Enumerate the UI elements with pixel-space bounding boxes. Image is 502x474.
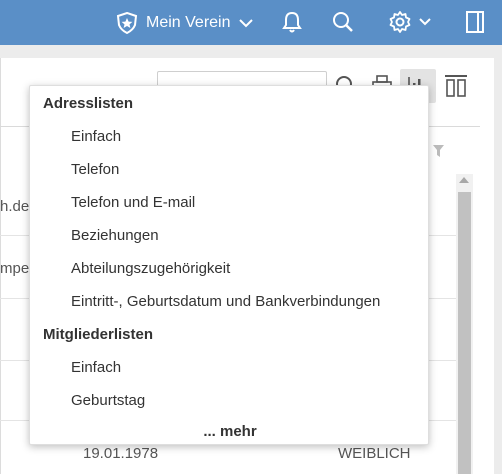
- chevron-down-icon: [419, 18, 431, 26]
- club-selector-label: Mein Verein: [146, 13, 231, 31]
- menu-section-title: Mitgliederlisten: [43, 326, 154, 343]
- bell-icon[interactable]: [280, 10, 304, 34]
- table-cell-date: 19.01.1978: [83, 445, 159, 462]
- menu-item-beziehungen[interactable]: Beziehungen: [71, 227, 159, 244]
- chevron-down-icon: [238, 18, 253, 27]
- menu-item-adress-einfach[interactable]: Einfach: [71, 128, 121, 145]
- table-cell-gender: WEIBLICH: [338, 445, 411, 462]
- table-cell-email: h.de: [0, 198, 30, 215]
- top-navigation-bar: Mein Verein: [0, 0, 502, 45]
- report-dropdown-menu: Adresslisten Einfach Telefon Telefon und…: [29, 85, 429, 445]
- menu-item-telefon[interactable]: Telefon: [71, 161, 119, 178]
- settings-menu[interactable]: [388, 10, 436, 34]
- menu-item-geburtstag[interactable]: Geburtstag: [71, 392, 145, 409]
- gear-icon: [389, 11, 411, 33]
- menu-section-title: Adresslisten: [43, 95, 134, 112]
- columns-icon[interactable]: [443, 73, 469, 99]
- menu-more-link[interactable]: ... mehr: [30, 423, 430, 440]
- club-selector[interactable]: Mein Verein: [116, 0, 253, 45]
- scroll-up-arrow[interactable]: [459, 177, 469, 183]
- menu-item-abteilungszugehoerigkeit[interactable]: Abteilungszugehörigkeit: [71, 260, 230, 277]
- sidebar-toggle-icon[interactable]: [463, 10, 487, 34]
- table-cell-email: mpel: [0, 260, 33, 277]
- star-shield-icon: [116, 11, 138, 34]
- search-icon[interactable]: [331, 10, 355, 34]
- menu-item-eintritt-bank[interactable]: Eintritt-, Geburtsdatum und Bankverbindu…: [71, 293, 380, 310]
- menu-item-telefon-email[interactable]: Telefon und E-mail: [71, 194, 195, 211]
- filter-icon[interactable]: [433, 145, 444, 157]
- menu-item-mitglieder-einfach[interactable]: Einfach: [71, 359, 121, 376]
- scrollbar-thumb[interactable]: [458, 192, 471, 474]
